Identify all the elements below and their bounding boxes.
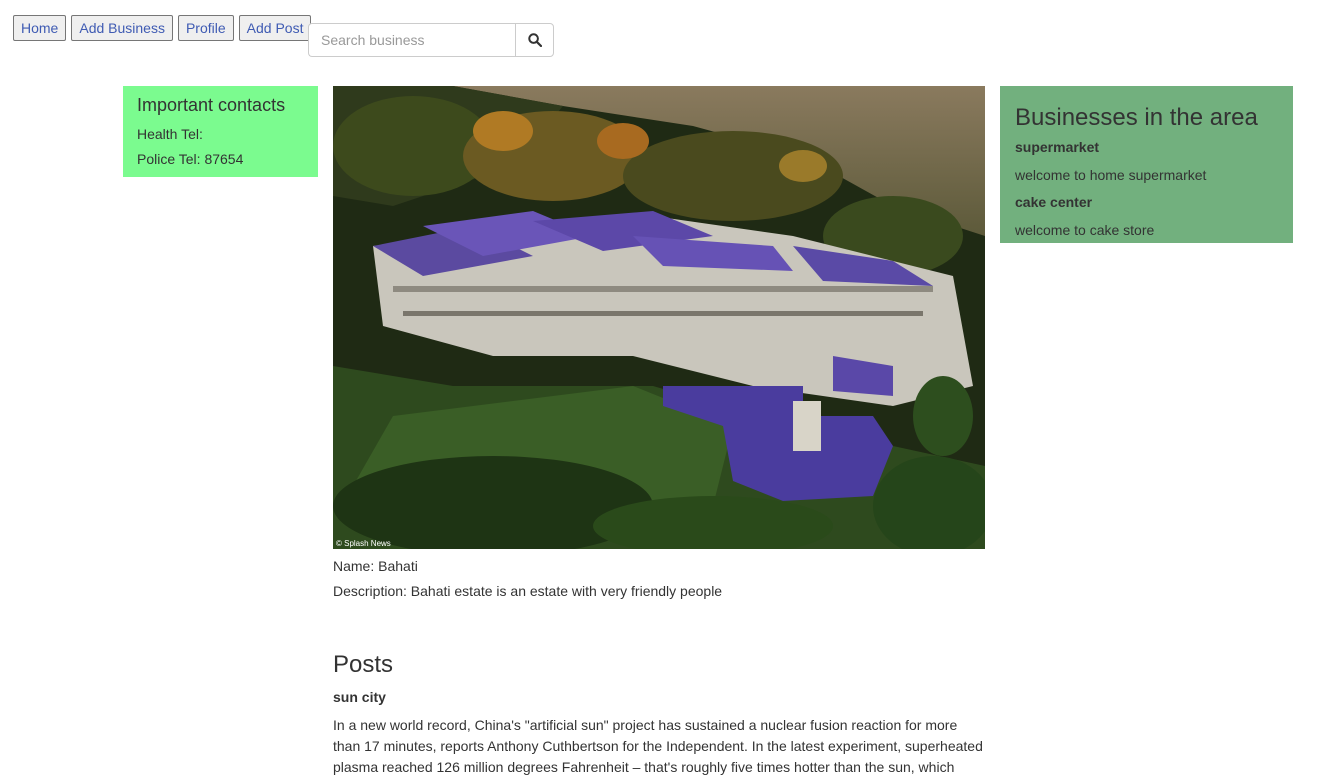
contacts-title: Important contacts	[137, 95, 286, 115]
health-tel: Health Tel:	[137, 126, 203, 142]
search-form	[308, 23, 554, 57]
business-description: welcome to cake store	[1015, 222, 1155, 238]
neighbourhood-image: © Splash News	[333, 86, 985, 549]
nav-add-business-button[interactable]: Add Business	[71, 15, 173, 41]
businesses-title: Businesses in the area	[1015, 104, 1258, 131]
posts-heading: Posts	[333, 651, 394, 678]
business-description: welcome to home supermarket	[1015, 167, 1207, 183]
business-name: cake center	[1015, 194, 1093, 210]
nav-profile-button[interactable]: Profile	[177, 15, 234, 41]
post-title: sun city	[333, 689, 386, 705]
search-icon	[527, 33, 542, 47]
post-item: sun city In a new world record, China's …	[333, 688, 985, 778]
business-name: supermarket	[1015, 139, 1100, 155]
neighbourhood-description: Description: Bahati estate is an estate …	[333, 583, 723, 599]
nav-home-button[interactable]: Home	[13, 15, 67, 41]
search-button[interactable]	[515, 23, 554, 57]
businesses-panel: Businesses in the area supermarket welco…	[1000, 86, 1293, 243]
image-credit: © Splash News	[336, 539, 391, 548]
neighbourhood-name: Name: Bahati	[333, 558, 418, 574]
post-body: In a new world record, China's "artifici…	[333, 717, 983, 775]
police-tel: Police Tel: 87654	[137, 151, 244, 167]
important-contacts-panel: Important contacts Health Tel: Police Te…	[123, 86, 318, 177]
nav-add-post-button[interactable]: Add Post	[238, 15, 312, 41]
search-input[interactable]	[308, 23, 515, 57]
top-nav: Home Add Business Profile Add Post	[13, 15, 316, 41]
main-content: © Splash News Name: Bahati Description: …	[333, 86, 985, 778]
